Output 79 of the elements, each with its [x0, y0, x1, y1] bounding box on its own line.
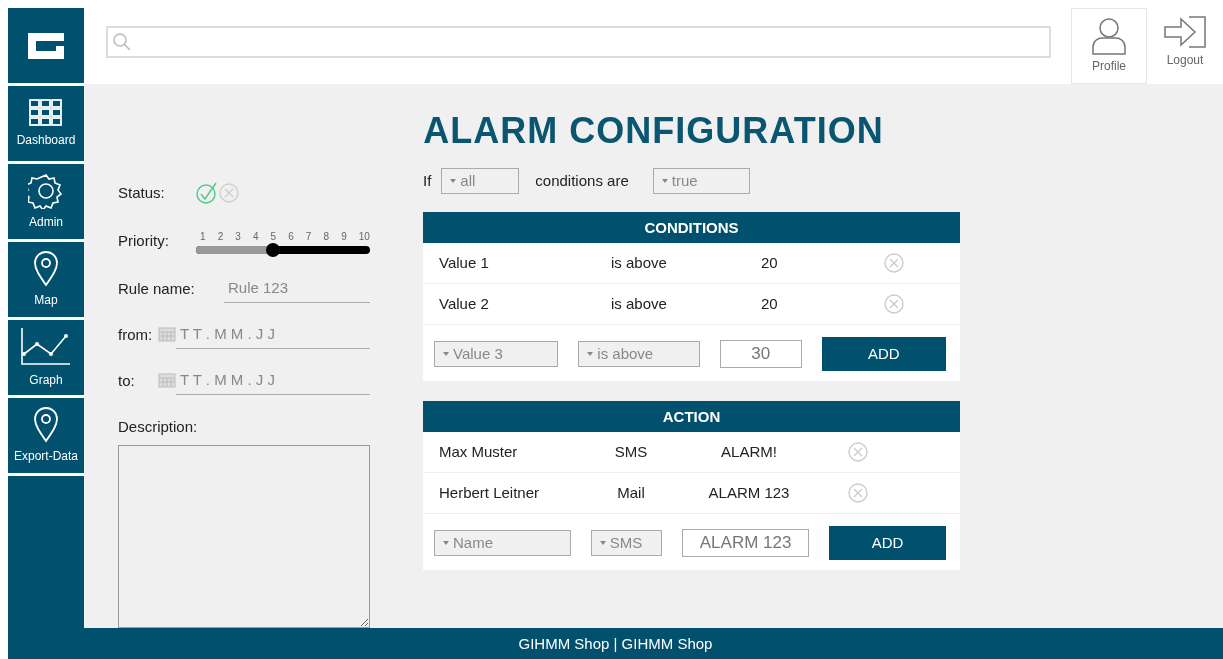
tick-label: 5 [270, 229, 277, 244]
delete-button[interactable] [883, 293, 905, 315]
table-cell-text: ALARM! [720, 441, 778, 462]
table-cell-text: Herbert Leitner [439, 482, 541, 503]
priority-label: Priority: [118, 230, 170, 251]
search-icon [112, 32, 132, 52]
add-button[interactable]: ADD [829, 526, 946, 560]
table-cell-text: ALARM 123 [707, 482, 791, 503]
tick-label: 1 [200, 229, 206, 244]
table-cell-text: Value 2 [439, 293, 490, 314]
to-date-field[interactable]: T T . M M . J J [176, 367, 370, 395]
tick-label: 4 [252, 229, 259, 244]
operator-dropdown[interactable]: SMS [590, 530, 663, 556]
panel-header: ACTION [423, 401, 960, 432]
to-date-label: to: [118, 370, 136, 391]
map-pin-icon [33, 406, 59, 443]
calendar-icon [158, 326, 176, 342]
tick-label: 7 [305, 229, 312, 244]
footer-text: GIHMM Shop | GIHMM Shop [8, 628, 1223, 659]
exit-arrow-icon [1163, 15, 1207, 49]
if-label: If [423, 170, 432, 191]
delete-button[interactable] [883, 252, 905, 274]
field-dropdown[interactable]: Value 3 [434, 341, 559, 367]
page-title: ALARM CONFIGURATION [422, 109, 885, 153]
add-button[interactable]: ADD [821, 337, 946, 371]
tick-label: 9 [341, 229, 347, 244]
cross-circle-icon [847, 441, 869, 463]
table-cell-text: 20 [761, 252, 779, 273]
delete-button[interactable] [847, 441, 869, 463]
conditions-label: conditions are [535, 170, 629, 191]
gear-icon [28, 172, 64, 209]
table-cell-text: Max Muster [439, 441, 519, 462]
sidebar-item[interactable]: Export-Data [8, 398, 84, 473]
line-chart-icon [20, 326, 72, 367]
profile-button[interactable]: Profile [1071, 8, 1147, 84]
cross-circle-icon [883, 252, 905, 274]
table-cell-text: Value 1 [439, 252, 490, 273]
rule-name-label: Rule name: [118, 278, 196, 299]
sidebar-item[interactable]: Graph [8, 320, 84, 395]
table-cell-text: Mail [616, 482, 646, 503]
table-cell-text: is above [611, 252, 668, 273]
sidebar-item[interactable]: Admin [8, 164, 84, 239]
rule-name-field[interactable]: Rule 123 [224, 275, 370, 303]
match-dropdown[interactable]: all [441, 168, 520, 194]
sidebar-item[interactable]: Map [8, 242, 84, 317]
cross-circle-icon [883, 293, 905, 315]
status-label: Status: [118, 182, 166, 203]
tick-label: 8 [323, 229, 330, 244]
table-cell-text: SMS [613, 441, 649, 462]
logo-icon [28, 32, 64, 59]
tick-label: 2 [217, 229, 224, 244]
active-toggle[interactable] [196, 182, 218, 204]
description-field[interactable] [118, 444, 370, 628]
from-date-label: from: [118, 324, 154, 345]
panel-header: CONDITIONS [423, 212, 960, 243]
cross-circle-icon [218, 182, 240, 204]
table-cell-text: is above [611, 293, 668, 314]
grid-icon [29, 98, 63, 127]
value-field[interactable]: 30 [719, 340, 802, 368]
check-circle-icon [196, 182, 218, 204]
operator-dropdown[interactable]: is above [578, 341, 700, 367]
map-pin-icon [33, 250, 59, 287]
truth-dropdown[interactable]: true [652, 168, 750, 194]
calendar-icon [158, 372, 176, 388]
tick-label: 10 [358, 229, 370, 244]
slider-thumb[interactable] [265, 242, 280, 257]
description-label: Description: [118, 417, 199, 437]
tick-label: 6 [288, 229, 294, 244]
from-date-field[interactable]: T T . M M . J J [176, 321, 370, 349]
field-dropdown[interactable]: Name [434, 530, 571, 556]
cross-circle-icon [847, 482, 869, 504]
priority-slider[interactable] [196, 245, 370, 254]
sidebar-item[interactable]: Dashboard [8, 86, 84, 161]
tick-label: 3 [235, 229, 241, 244]
person-icon [1090, 17, 1128, 55]
value-field[interactable]: ALARM 123 [682, 529, 810, 557]
delete-button[interactable] [847, 482, 869, 504]
search-field[interactable] [106, 26, 1051, 58]
table-cell-text: 20 [761, 293, 779, 314]
